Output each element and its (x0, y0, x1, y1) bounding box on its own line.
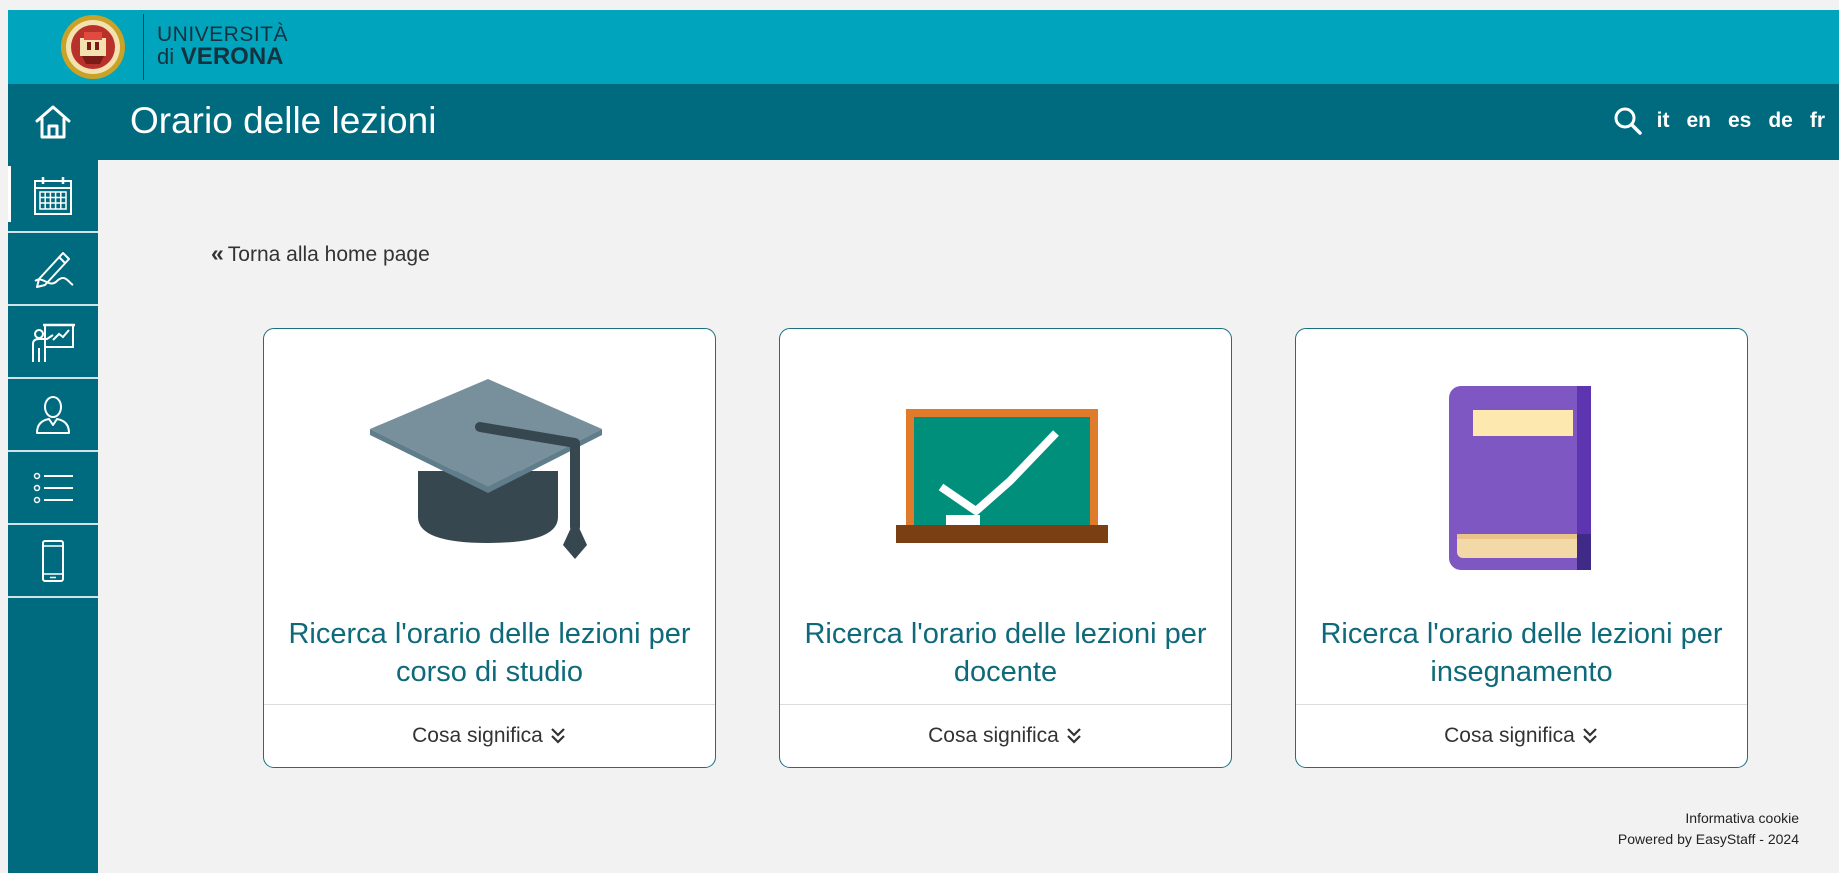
sidebar-item-app[interactable] (8, 525, 98, 598)
double-chevron-left-icon: « (211, 240, 224, 266)
card-search-by-subject[interactable]: Ricerca l'orario delle lezioni per inseg… (1295, 328, 1748, 768)
card-title[interactable]: Ricerca l'orario delle lezioni per corso… (272, 615, 707, 691)
sidebar-item-list[interactable] (8, 452, 98, 525)
card-search-by-teacher[interactable]: Ricerca l'orario delle lezioni per docen… (779, 328, 1232, 768)
card-info-toggle[interactable]: Cosa significa (1296, 704, 1747, 767)
home-button[interactable] (8, 84, 98, 160)
calendar-icon (34, 176, 72, 215)
lang-it[interactable]: it (1657, 109, 1670, 133)
double-chevron-down-icon (1067, 728, 1081, 744)
lang-fr[interactable]: fr (1810, 109, 1825, 133)
logo-name: VERONA (180, 43, 284, 70)
sidebar-item-calendar[interactable] (8, 160, 98, 233)
header-tools: it en es de fr (1613, 106, 1825, 136)
powered-by-text: Powered by EasyStaff - 2024 (1617, 831, 1799, 847)
card-info-label: Cosa significa (928, 724, 1059, 747)
card-title[interactable]: Ricerca l'orario delle lezioni per inseg… (1304, 615, 1739, 691)
card-icon-area (1296, 379, 1747, 579)
card-info-label: Cosa significa (1444, 724, 1575, 747)
page-title: Orario delle lezioni (130, 100, 437, 141)
card-info-toggle[interactable]: Cosa significa (264, 704, 715, 767)
page-footer: Informativa cookie Powered by EasyStaff … (1618, 808, 1799, 850)
lang-de[interactable]: de (1768, 109, 1793, 133)
sidebar-item-classrooms[interactable] (8, 306, 98, 379)
logo-line2: di VERONA (157, 43, 288, 70)
sidebar-item-exams[interactable] (8, 233, 98, 306)
sidebar-item-teachers[interactable] (8, 379, 98, 452)
page-header: Orario delle lezioni it en es de fr (8, 84, 1839, 160)
back-to-home-link[interactable]: «Torna alla home page (211, 240, 430, 267)
card-search-by-course[interactable]: Ricerca l'orario delle lezioni per corso… (263, 328, 716, 768)
sidebar (8, 160, 98, 873)
double-chevron-down-icon (551, 728, 565, 744)
card-icon-area (264, 379, 715, 579)
home-icon (35, 105, 71, 139)
logo-prefix: di (157, 44, 175, 69)
double-chevron-down-icon (1583, 728, 1597, 744)
person-icon (36, 395, 70, 434)
lang-en[interactable]: en (1686, 109, 1711, 133)
cookie-policy-link[interactable]: Informativa cookie (1618, 808, 1799, 829)
card-title[interactable]: Ricerca l'orario delle lezioni per docen… (788, 615, 1223, 691)
search-icon[interactable] (1613, 106, 1643, 136)
card-icon-area (780, 379, 1231, 579)
top-banner: UNIVERSITÀ di VERONA (8, 10, 1839, 84)
logo-divider (143, 14, 144, 80)
mobile-icon (42, 539, 64, 582)
pen-signature-icon (34, 251, 74, 288)
lang-es[interactable]: es (1728, 109, 1751, 133)
university-seal-icon[interactable] (60, 14, 126, 80)
back-link-label: Torna alla home page (227, 243, 430, 266)
chalkboard-icon (895, 409, 1108, 543)
card-info-toggle[interactable]: Cosa significa (780, 704, 1231, 767)
university-logo-text[interactable]: UNIVERSITÀ di VERONA (157, 24, 288, 70)
graduation-cap-icon (369, 379, 602, 559)
teacher-board-icon (32, 323, 75, 362)
list-icon (33, 472, 73, 503)
book-icon (1448, 386, 1591, 570)
card-info-label: Cosa significa (412, 724, 543, 747)
